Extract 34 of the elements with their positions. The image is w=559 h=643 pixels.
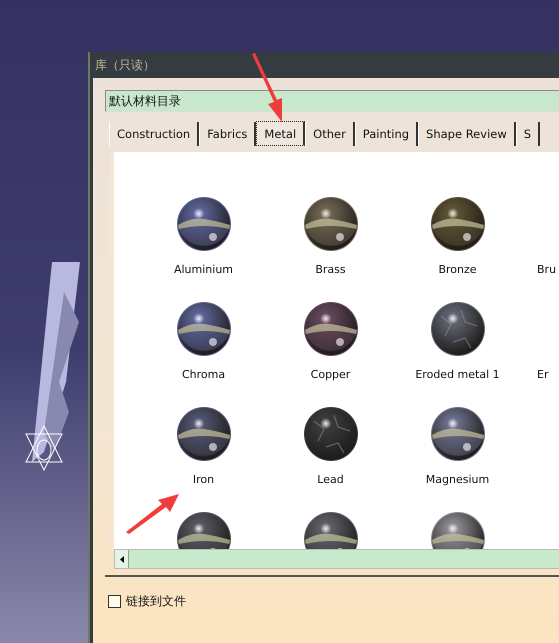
- tab[interactable]: Painting: [354, 122, 418, 146]
- annotation-arrow: [124, 492, 180, 534]
- checkbox-label: 链接到文件: [126, 593, 186, 610]
- catalog-field[interactable]: 默认材料目录: [105, 90, 559, 112]
- horizontal-scrollbar[interactable]: [114, 549, 559, 569]
- tab[interactable]: Other: [305, 122, 355, 146]
- window-title: 库（只读）: [95, 56, 155, 74]
- sphere-icon[interactable]: [176, 197, 230, 251]
- tab[interactable]: Shape Review: [418, 122, 516, 146]
- material-label: Eroded metal 1: [415, 368, 500, 381]
- material-label: Lead: [317, 473, 344, 486]
- sphere-icon[interactable]: [176, 302, 230, 356]
- tab[interactable]: S: [516, 122, 540, 146]
- material-label: Brass: [315, 263, 346, 276]
- material-label: Magnesium: [426, 473, 490, 486]
- rough-sphere-icon[interactable]: [304, 407, 358, 461]
- material-label: Bronze: [438, 263, 477, 276]
- checkbox[interactable]: [108, 595, 121, 608]
- sphere-icon[interactable]: [304, 302, 358, 356]
- rough-sphere-icon[interactable]: [430, 302, 484, 356]
- material-label: Iron: [192, 473, 214, 486]
- sphere-icon[interactable]: [430, 407, 484, 461]
- material-label: Aluminium: [174, 263, 234, 276]
- left-arrow-icon: [120, 556, 124, 562]
- material-label: Copper: [310, 368, 350, 381]
- sphere-icon[interactable]: [176, 407, 230, 461]
- sphere-icon[interactable]: [430, 197, 484, 251]
- material-label: Bru: [537, 263, 556, 276]
- scroll-left-button[interactable]: [115, 550, 129, 568]
- tab[interactable]: Metal: [256, 121, 306, 146]
- material-label: Chroma: [182, 368, 226, 381]
- material-label: Er: [537, 368, 548, 381]
- tab[interactable]: Construction: [109, 122, 200, 146]
- sphere-icon[interactable]: [304, 197, 358, 251]
